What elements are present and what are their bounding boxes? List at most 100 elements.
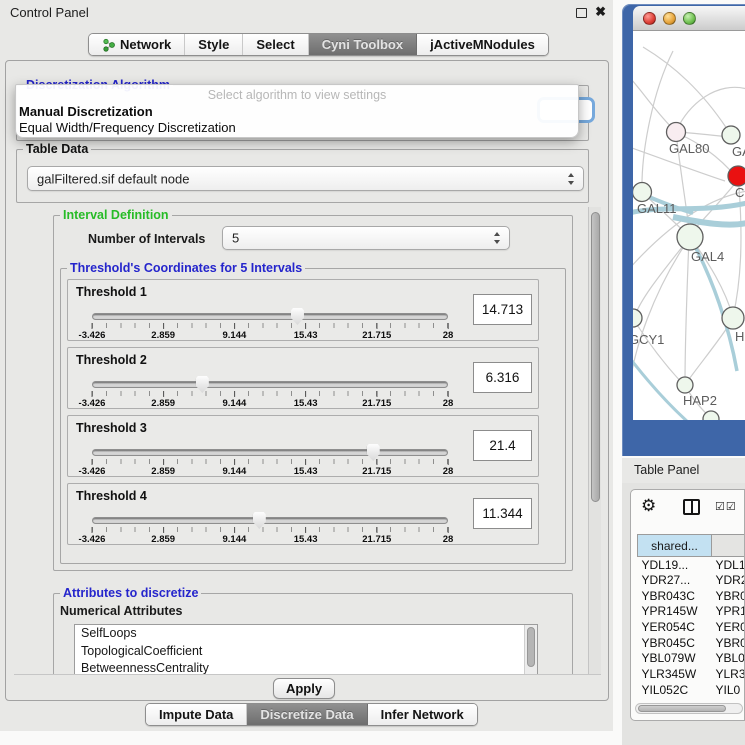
network-node-label: GAL80: [669, 141, 709, 156]
number-of-intervals-combo[interactable]: 5: [222, 226, 510, 250]
table-row[interactable]: YDL19...YDL1: [638, 557, 745, 573]
table-row[interactable]: YBL079WYBL0: [638, 651, 745, 667]
network-window-titlebar[interactable]: [633, 6, 745, 31]
table-panel-titlebar: Table Panel: [622, 458, 745, 483]
numerical-attributes-list[interactable]: SelfLoops TopologicalCoefficient Between…: [74, 624, 538, 675]
list-item[interactable]: SelfLoops: [75, 625, 537, 643]
slider-track[interactable]: [92, 381, 448, 388]
settings-scrollbar-thumb[interactable]: [591, 212, 600, 502]
threshold-4-slider[interactable]: -3.426 2.859 9.144 15.43 21.715 28: [92, 511, 448, 545]
threshold-2-slider[interactable]: -3.426 2.859 9.144 15.43 21.715 28: [92, 375, 448, 409]
network-node[interactable]: [633, 309, 642, 327]
network-node-label: GCY1: [633, 332, 664, 347]
network-node[interactable]: [722, 126, 740, 144]
tab-style[interactable]: Style: [185, 34, 243, 55]
table-data-combo-value: galFiltered.sif default node: [37, 171, 189, 186]
control-panel-window: Control Panel ✖ Network Style Select: [0, 0, 613, 731]
settings-scroll-viewport: Interval Definition Number of Intervals …: [14, 207, 601, 675]
network-node-label: HAP2: [683, 393, 717, 408]
table-row[interactable]: YBR043CYBR0: [638, 588, 745, 604]
threshold-3-value-field[interactable]: 21.4: [473, 430, 532, 461]
control-panel-titlebar: Control Panel ✖: [0, 0, 613, 26]
table-scrollbar-thumb[interactable]: [638, 705, 726, 712]
table-row[interactable]: YLR345WYLR3: [638, 666, 745, 682]
algorithm-option-manual[interactable]: Manual Discretization: [19, 104, 153, 119]
threshold-2-value-field[interactable]: 6.316: [473, 362, 532, 393]
slider-track[interactable]: [92, 449, 448, 456]
tab-network-label: Network: [120, 37, 171, 52]
network-node[interactable]: [677, 377, 693, 393]
table-row[interactable]: YER054CYER0: [638, 619, 745, 635]
table-data-group-title: Table Data: [23, 142, 91, 156]
network-node[interactable]: [728, 166, 745, 186]
network-graph: GAL80GACGAL11GAL4GCY1HHAP2: [633, 31, 745, 420]
network-node-label: C: [735, 185, 744, 200]
close-traffic-light[interactable]: [643, 12, 656, 25]
list-item[interactable]: BetweennessCentrality: [75, 660, 537, 675]
tab-infer-network[interactable]: Infer Network: [368, 704, 477, 725]
list-scrollbar-thumb[interactable]: [527, 627, 535, 667]
tab-cyni-toolbox[interactable]: Cyni Toolbox: [309, 34, 417, 55]
network-node-label: GA: [732, 144, 745, 159]
tab-jactivemnodules[interactable]: jActiveMNodules: [417, 34, 548, 55]
attributes-group-title: Attributes to discretize: [60, 586, 201, 600]
network-node[interactable]: [667, 123, 686, 142]
table-row[interactable]: YDR27...YDR2: [638, 572, 745, 588]
node-attribute-table: shared... na YDL19...YDL1 YDR27...YDR2 Y…: [637, 534, 745, 698]
network-node[interactable]: [722, 307, 744, 329]
slider-minor-ticks: [92, 459, 449, 464]
network-canvas[interactable]: GAL80GACGAL11GAL4GCY1HHAP2: [633, 31, 745, 420]
threshold-4-value-field[interactable]: 11.344: [473, 498, 532, 529]
threshold-1-slider[interactable]: -3.426 2.859 9.144 15.43 21.715 28: [92, 307, 448, 341]
table-panel-title: Table Panel: [634, 463, 699, 477]
table-panel-body: ⚙ ☑☑ shared... na YDL19...YDL1 YDR27...Y…: [622, 483, 745, 745]
threshold-1-value-field[interactable]: 14.713: [473, 294, 532, 325]
number-of-intervals-label: Number of Intervals: [88, 232, 205, 246]
network-node-label: GAL11: [637, 201, 677, 216]
threshold-3-slider[interactable]: -3.426 2.859 9.144 15.43 21.715 28: [92, 443, 448, 477]
tab-network[interactable]: Network: [89, 34, 185, 55]
columns-icon[interactable]: [683, 499, 700, 515]
gear-icon[interactable]: ⚙: [641, 496, 656, 516]
threshold-panel-1: Threshold 1 -3.426 2.859 9.144 15.43 21.…: [67, 279, 539, 341]
threshold-panel-2: Threshold 2 -3.426 2.859 9.144 15.43 21.…: [67, 347, 539, 409]
table-data-combo[interactable]: galFiltered.sif default node: [27, 166, 584, 191]
close-window-icon[interactable]: ✖: [595, 4, 606, 20]
slider-minor-ticks: [92, 527, 449, 532]
list-scrollbar[interactable]: [524, 625, 537, 675]
minimize-traffic-light[interactable]: [663, 12, 676, 25]
network-node-label: GAL4: [691, 249, 724, 264]
slider-track[interactable]: [92, 313, 448, 320]
float-window-icon[interactable]: [576, 8, 587, 18]
slider-track[interactable]: [92, 517, 448, 524]
interval-definition-group: Interval Definition Number of Intervals …: [53, 215, 573, 571]
table-data-group: Table Data galFiltered.sif default node: [16, 149, 589, 203]
cyni-bottom-tabbar: Impute Data Discretize Data Infer Networ…: [145, 703, 478, 726]
number-of-intervals-value: 5: [232, 231, 239, 246]
tab-impute-data[interactable]: Impute Data: [146, 704, 247, 725]
attributes-group: Attributes to discretize Numerical Attri…: [53, 593, 573, 675]
checkboxes-icon[interactable]: ☑☑: [715, 500, 737, 513]
threshold-panel-4: Threshold 4 -3.426 2.859 9.144 15.43 21.…: [67, 483, 539, 545]
thresholds-group-title: Threshold's Coordinates for 5 Intervals: [67, 261, 305, 275]
table-row[interactable]: YBR045CYBR0: [638, 635, 745, 651]
table-row[interactable]: YPR145WYPR1: [638, 604, 745, 620]
tab-discretize-data[interactable]: Discretize Data: [247, 704, 367, 725]
combo-stepper-icon: [493, 232, 502, 244]
table-row[interactable]: YIL052CYIL0: [638, 682, 745, 698]
table-panel-card: ⚙ ☑☑ shared... na YDL19...YDL1 YDR27...Y…: [630, 489, 745, 721]
column-header-name[interactable]: na: [712, 535, 745, 557]
interval-definition-group-title: Interval Definition: [60, 208, 172, 222]
algorithm-dropdown-popup: Select algorithm to view settings Manual…: [15, 84, 579, 138]
numerical-attributes-label: Numerical Attributes: [60, 604, 182, 618]
table-horizontal-scrollbar[interactable]: [635, 703, 743, 714]
network-node[interactable]: [633, 183, 652, 202]
algorithm-option-equal-width[interactable]: Equal Width/Frequency Discretization: [19, 120, 236, 135]
zoom-traffic-light[interactable]: [683, 12, 696, 25]
settings-vertical-scrollbar[interactable]: [588, 207, 601, 674]
network-node[interactable]: [677, 224, 703, 250]
list-item[interactable]: TopologicalCoefficient: [75, 643, 537, 661]
column-header-shared[interactable]: shared...: [638, 535, 712, 557]
tab-select[interactable]: Select: [243, 34, 308, 55]
apply-button[interactable]: Apply: [273, 678, 335, 699]
